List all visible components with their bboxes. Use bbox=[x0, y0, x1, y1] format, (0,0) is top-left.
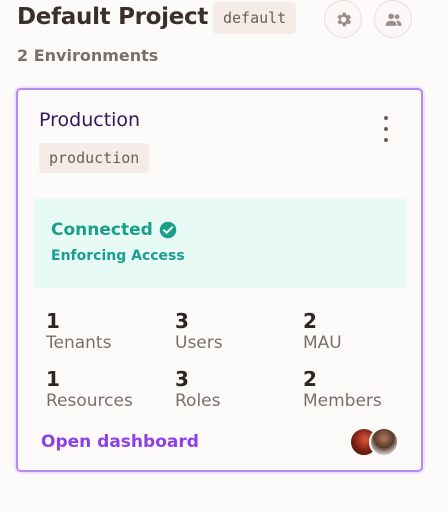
open-dashboard-link[interactable]: Open dashboard bbox=[41, 432, 199, 452]
status-title: Connected bbox=[51, 220, 177, 240]
check-circle-icon bbox=[159, 221, 177, 239]
avatar[interactable] bbox=[369, 427, 399, 457]
stat-label: MAU bbox=[303, 333, 342, 353]
project-title: Default Project bbox=[17, 4, 209, 30]
stat-value: 1 bbox=[46, 367, 60, 391]
environment-count: 2 Environments bbox=[17, 46, 159, 65]
stat-value: 3 bbox=[175, 309, 189, 333]
connection-status-panel: Connected Enforcing Access bbox=[34, 198, 406, 288]
stat-value: 2 bbox=[303, 367, 317, 391]
gear-icon bbox=[336, 12, 351, 26]
status-title-text: Connected bbox=[51, 220, 153, 240]
stat-roles: 3 Roles bbox=[175, 368, 221, 412]
environment-card: Production production Connected Enforcin… bbox=[16, 88, 423, 472]
stat-label: Users bbox=[175, 333, 223, 353]
stat-users: 3 Users bbox=[175, 310, 223, 354]
stat-label: Roles bbox=[175, 391, 221, 411]
stat-resources: 1 Resources bbox=[46, 368, 133, 412]
status-subtitle: Enforcing Access bbox=[51, 248, 185, 264]
project-settings-button[interactable] bbox=[324, 0, 362, 38]
stat-members: 2 Members bbox=[303, 368, 382, 412]
kebab-menu-icon[interactable] bbox=[374, 116, 398, 142]
stat-mau: 2 MAU bbox=[303, 310, 342, 354]
stat-label: Members bbox=[303, 391, 382, 411]
environment-slug-chip: production bbox=[39, 143, 150, 173]
environment-name: Production bbox=[39, 109, 141, 131]
stat-value: 2 bbox=[303, 309, 317, 333]
stat-label: Resources bbox=[46, 391, 133, 411]
stat-value: 3 bbox=[175, 367, 189, 391]
stat-tenants: 1 Tenants bbox=[46, 310, 111, 354]
people-icon bbox=[385, 12, 401, 26]
stat-value: 1 bbox=[46, 309, 60, 333]
stat-label: Tenants bbox=[46, 333, 112, 353]
project-slug-chip: default bbox=[213, 2, 297, 34]
project-members-button[interactable] bbox=[374, 0, 412, 38]
